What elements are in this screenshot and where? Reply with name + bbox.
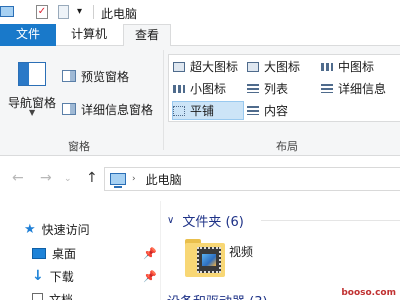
preview-pane-button[interactable]: 预览窗格 <box>62 66 129 86</box>
address-path[interactable]: 此电脑 <box>146 171 182 188</box>
navigation-pane-icon <box>18 62 46 86</box>
nav-label: 快速访问 <box>41 222 90 237</box>
up-arrow-icon[interactable]: ↑ <box>86 170 98 186</box>
layout-label: 内容 <box>264 104 289 118</box>
navigation-pane: ★ 快速访问 桌面 📌 ↓ 下载 📌 文档 <box>0 201 160 300</box>
ribbon-tabs: 文件 计算机 查看 <box>0 24 400 47</box>
back-arrow-icon[interactable]: ← <box>12 170 24 186</box>
layout-details[interactable]: 详细信息 <box>321 79 386 98</box>
address-row: ← → ⌄ ↑ › 此电脑 <box>0 157 400 201</box>
pin-icon[interactable]: 📌 <box>143 270 157 283</box>
folder-videos[interactable] <box>183 237 233 285</box>
desktop-icon <box>32 247 46 259</box>
content-icon <box>247 106 259 115</box>
extra-large-icons-icon <box>173 61 185 72</box>
list-icon <box>247 84 259 93</box>
layout-medium-icons[interactable]: 中图标 <box>321 57 374 76</box>
chevron-right-icon[interactable]: › <box>132 174 136 184</box>
recent-locations-icon[interactable]: ⌄ <box>64 174 72 184</box>
title-bar: ✓ ▾ 此电脑 <box>0 0 400 24</box>
layout-label: 大图标 <box>264 60 301 74</box>
panes-group-label: 窗格 <box>68 140 90 153</box>
layout-label: 中图标 <box>338 60 375 74</box>
details-pane-button[interactable]: 详细信息窗格 <box>62 99 153 119</box>
details-icon <box>321 84 333 93</box>
properties-icon[interactable]: ✓ <box>36 5 48 19</box>
window-title: 此电脑 <box>101 7 138 21</box>
large-icons-icon <box>247 61 259 72</box>
nav-label: 文档 <box>49 292 74 300</box>
chevron-down-icon: ∨ <box>167 214 175 226</box>
monitor-icon[interactable] <box>0 6 14 17</box>
layout-group-label: 布局 <box>276 140 298 153</box>
nav-label: 桌面 <box>52 246 77 261</box>
nav-label: 下载 <box>49 269 74 284</box>
layout-label: 小图标 <box>190 82 227 96</box>
nav-item-documents[interactable]: 文档 <box>32 289 73 300</box>
layout-gallery: 超大图标 大图标 中图标 小图标 列表 详细信息 平铺 内容 <box>168 54 400 122</box>
nav-item-downloads[interactable]: ↓ 下载 <box>32 266 74 286</box>
pin-icon[interactable]: 📌 <box>143 247 157 260</box>
layout-label: 超大图标 <box>190 60 239 74</box>
details-pane-icon <box>62 103 76 115</box>
nav-item-quick-access[interactable]: ★ 快速访问 <box>24 219 90 239</box>
ribbon-panel: 导航窗格 ▼ 预览窗格 详细信息窗格 窗格 超大图标 大图标 中图标 小图标 列… <box>0 46 400 156</box>
group-separator <box>163 50 164 150</box>
tab-view[interactable]: 查看 <box>123 24 171 47</box>
layout-list[interactable]: 列表 <box>247 79 288 98</box>
nav-item-desktop[interactable]: 桌面 <box>32 243 76 263</box>
this-pc-icon <box>110 173 126 188</box>
layout-content[interactable]: 内容 <box>247 101 288 120</box>
tab-file[interactable]: 文件 <box>0 24 56 46</box>
folder-name[interactable]: 视频 <box>229 243 253 260</box>
video-film-icon <box>197 247 221 273</box>
star-icon: ★ <box>24 221 36 237</box>
layout-small-icons[interactable]: 小图标 <box>173 79 226 98</box>
devices-section-header[interactable]: 设备和驱动器 (3) <box>167 291 268 300</box>
address-bar[interactable]: › 此电脑 <box>104 167 400 191</box>
new-folder-icon[interactable] <box>58 5 69 19</box>
download-icon: ↓ <box>32 268 44 284</box>
layout-label: 详细信息 <box>338 82 387 96</box>
details-pane-label: 详细信息窗格 <box>81 102 154 117</box>
preview-pane-label: 预览窗格 <box>81 69 130 84</box>
document-icon <box>32 292 43 300</box>
customize-toolbar-icon[interactable]: ▾ <box>77 6 82 17</box>
folders-header-label: 文件夹 (6) <box>182 214 244 230</box>
layout-label: 列表 <box>264 82 289 96</box>
chevron-down-icon: ▼ <box>29 108 36 117</box>
section-divider <box>261 220 400 221</box>
tab-computer[interactable]: 计算机 <box>60 24 118 46</box>
layout-label: 平铺 <box>190 104 215 118</box>
folders-section-header[interactable]: ∨ 文件夹 (6) <box>167 210 244 230</box>
title-separator <box>93 5 94 19</box>
medium-icons-icon <box>321 62 333 71</box>
forward-arrow-icon[interactable]: → <box>40 170 52 186</box>
small-icons-icon <box>173 84 185 93</box>
content-area: ∨ 文件夹 (6) 视频 设备和驱动器 (3) booso.com <box>161 201 400 300</box>
preview-pane-icon <box>62 70 76 82</box>
watermark: booso.com <box>341 288 396 298</box>
tiles-icon <box>173 105 185 116</box>
layout-large-icons[interactable]: 大图标 <box>247 57 300 76</box>
layout-tiles[interactable]: 平铺 <box>172 101 244 120</box>
layout-extra-large-icons[interactable]: 超大图标 <box>173 57 238 76</box>
